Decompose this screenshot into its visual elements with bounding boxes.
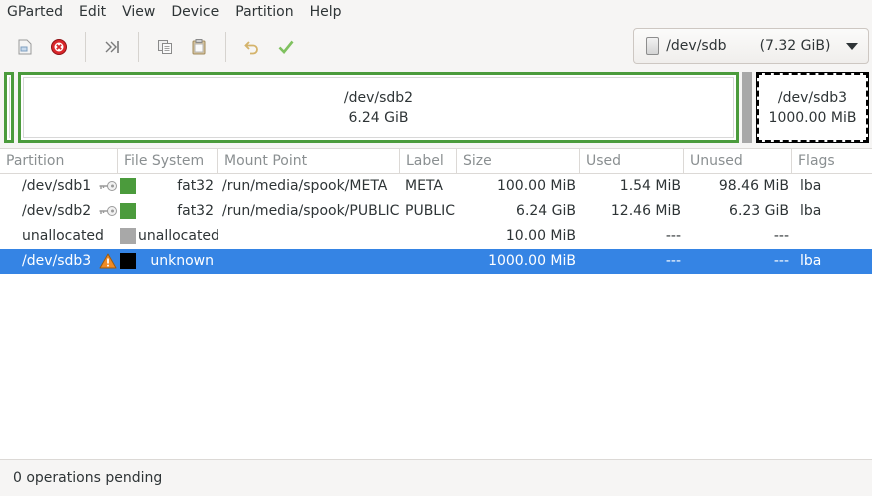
- apply-icon: [278, 40, 294, 54]
- partition-size: 1000.00 MiB: [488, 253, 576, 269]
- filesystem-name: fat32: [177, 178, 214, 194]
- partition-table: Partition File System Mount Point Label …: [0, 148, 872, 459]
- map-partition-sdb3[interactable]: /dev/sdb3 1000.00 MiB: [756, 72, 869, 143]
- map-sdb2-name: /dev/sdb2: [343, 89, 414, 106]
- header-label[interactable]: Label: [400, 149, 457, 173]
- delete-icon: [51, 39, 67, 55]
- toolbar-separator: [225, 32, 226, 62]
- header-partition[interactable]: Partition: [0, 149, 118, 173]
- filesystem-color-swatch: [120, 203, 136, 219]
- partition-used: 12.46 MiB: [610, 203, 681, 219]
- table-row[interactable]: unallocated unallocated 10.00 MiB --- --…: [0, 224, 872, 249]
- partition-map: /dev/sdb2 6.24 GiB /dev/sdb3 1000.00 MiB: [0, 69, 872, 147]
- header-used[interactable]: Used: [580, 149, 684, 173]
- menu-view[interactable]: View: [114, 0, 163, 25]
- menu-edit[interactable]: Edit: [71, 0, 114, 25]
- partition-label: [399, 224, 456, 249]
- filesystem-color-swatch: [120, 228, 136, 244]
- filesystem-color-swatch: [120, 178, 136, 194]
- mount-point: /run/media/spook/PUBLIC: [222, 203, 399, 219]
- header-mount-point[interactable]: Mount Point: [218, 149, 400, 173]
- undo-icon: [244, 41, 258, 55]
- header-flags[interactable]: Flags: [792, 149, 872, 173]
- partition-label: PUBLIC: [405, 203, 455, 219]
- partition-name: unallocated: [22, 228, 104, 244]
- partition-name: /dev/sdb1: [22, 178, 92, 194]
- resize-move-button[interactable]: [95, 30, 129, 64]
- warning-icon: [99, 253, 117, 269]
- new-partition-button[interactable]: [8, 30, 42, 64]
- header-size[interactable]: Size: [457, 149, 580, 173]
- toolbar-separator: [138, 32, 139, 62]
- resize-icon: [105, 41, 119, 53]
- map-unallocated[interactable]: [742, 72, 752, 143]
- partition-name: /dev/sdb3: [22, 253, 92, 269]
- copy-icon: [158, 40, 172, 54]
- key-icon: [99, 181, 117, 191]
- map-partition-sdb1[interactable]: [4, 72, 14, 143]
- partition-unused: 6.23 GiB: [729, 203, 789, 219]
- device-selector[interactable]: /dev/sdb (7.32 GiB): [633, 28, 869, 64]
- partition-unused: 98.46 MiB: [718, 178, 789, 194]
- mount-point: /run/media/spook/META: [222, 178, 388, 194]
- table-row-selected[interactable]: /dev/sdb3 unknown 1000.00 MiB --- --- lb…: [0, 249, 872, 274]
- paste-icon: [192, 39, 206, 55]
- device-name: /dev/sdb: [666, 38, 727, 54]
- table-header: Partition File System Mount Point Label …: [0, 149, 872, 174]
- partition-label: [399, 249, 456, 274]
- partition-flags: lba: [800, 203, 822, 219]
- drive-icon: [646, 37, 660, 55]
- key-icon: [99, 206, 117, 216]
- map-sdb3-size: 1000.00 MiB: [768, 109, 857, 126]
- device-size: (7.32 GiB): [759, 38, 831, 54]
- partition-size: 10.00 MiB: [505, 228, 576, 244]
- toolbar-separator: [85, 32, 86, 62]
- statusbar: 0 operations pending: [0, 459, 872, 496]
- map-partition-sdb2[interactable]: /dev/sdb2 6.24 GiB: [18, 72, 739, 143]
- partition-unused: ---: [773, 228, 789, 244]
- partition-unused: ---: [773, 253, 789, 269]
- paste-button[interactable]: [182, 30, 216, 64]
- chevron-down-icon: [846, 42, 858, 50]
- partition-used: 1.54 MiB: [619, 178, 681, 194]
- partition-size: 100.00 MiB: [496, 178, 576, 194]
- header-filesystem[interactable]: File System: [118, 149, 218, 173]
- partition-label: META: [405, 178, 443, 194]
- filesystem-name: fat32: [177, 203, 214, 219]
- new-icon: [18, 39, 32, 55]
- map-sdb3-name: /dev/sdb3: [777, 89, 848, 106]
- filesystem-name: unknown: [150, 253, 214, 269]
- mount-point: [218, 224, 399, 249]
- partition-name: /dev/sdb2: [22, 203, 92, 219]
- partition-flags: [792, 224, 800, 249]
- partition-flags: lba: [800, 253, 822, 269]
- undo-button[interactable]: [235, 30, 269, 64]
- header-unused[interactable]: Unused: [684, 149, 792, 173]
- menu-gparted[interactable]: GParted: [0, 0, 71, 25]
- partition-used: ---: [665, 228, 681, 244]
- table-row[interactable]: /dev/sdb2 fat32 /run/media/spook/PUBLIC …: [0, 199, 872, 224]
- filesystem-color-swatch: [120, 253, 136, 269]
- table-row[interactable]: /dev/sdb1 fat32 /run/media/spook/META ME…: [0, 174, 872, 199]
- map-sdb2-size: 6.24 GiB: [348, 109, 409, 126]
- delete-partition-button[interactable]: [42, 30, 76, 64]
- partition-flags: lba: [800, 178, 822, 194]
- menu-help[interactable]: Help: [302, 0, 350, 25]
- filesystem-name: unallocated: [138, 228, 218, 244]
- apply-button[interactable]: [269, 30, 303, 64]
- menubar: GParted Edit View Device Partition Help: [0, 0, 872, 25]
- partition-used: ---: [665, 253, 681, 269]
- menu-device[interactable]: Device: [163, 0, 227, 25]
- toolbar: /dev/sdb (7.32 GiB): [0, 25, 872, 69]
- menu-partition[interactable]: Partition: [227, 0, 301, 25]
- partition-size: 6.24 GiB: [516, 203, 576, 219]
- copy-button[interactable]: [148, 30, 182, 64]
- mount-point: [218, 249, 399, 274]
- operations-pending-text: 0 operations pending: [13, 470, 163, 486]
